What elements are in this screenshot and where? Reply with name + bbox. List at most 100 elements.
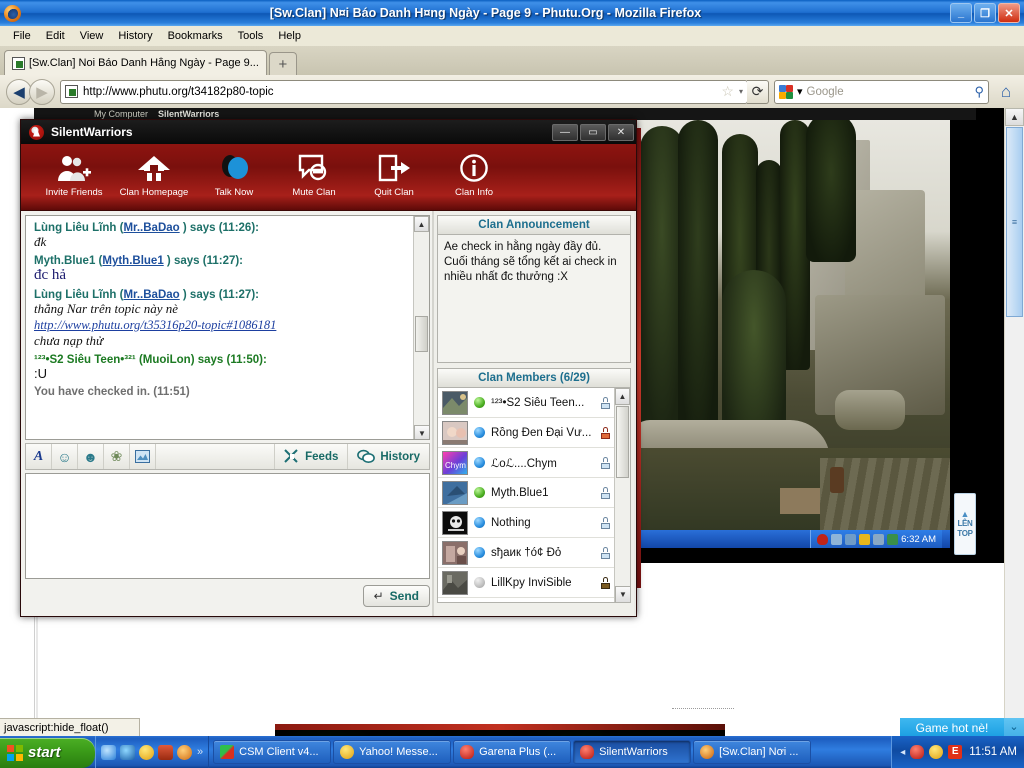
menu-item-help[interactable]: Help: [271, 28, 308, 44]
chat-transcript: Lùng Liêu Lĩnh (Mr..BaDao ) says (11:26)…: [25, 215, 430, 440]
firefox-icon[interactable]: [177, 744, 192, 760]
scroll-up-button[interactable]: ▲: [1005, 108, 1024, 126]
yahoo-tray-icon[interactable]: [929, 745, 944, 759]
chat-scroll-down-button[interactable]: ▼: [414, 425, 429, 439]
members-scroll-up-button[interactable]: ▲: [615, 388, 630, 405]
eset-tray-icon[interactable]: E: [948, 745, 963, 759]
toolbar-button-invite-friends[interactable]: Invite Friends: [43, 151, 105, 198]
taskbar-item-yahoo-messenger[interactable]: Yahoo! Messe...: [333, 740, 452, 764]
scrollbar-thumb[interactable]: ≡: [1006, 127, 1023, 317]
list-item[interactable]: Chym ℒoℒ....Chym: [438, 448, 615, 478]
list-item[interactable]: sђaик †ó¢ Đỏ: [438, 538, 615, 568]
taskbar-item-garena-plus[interactable]: Garena Plus (...: [453, 740, 572, 764]
members-scrollbar[interactable]: ▲ ▼: [614, 388, 630, 602]
toolbar-button-quit-clan[interactable]: Quit Clan: [363, 151, 425, 198]
embedded-my-computer-label: My Computer: [94, 109, 149, 119]
navigation-toolbar: ◀ ▶ http://www.phutu.org/t34182p80-topic…: [0, 75, 1024, 108]
image-button[interactable]: [130, 444, 156, 469]
quicklaunch-chevron-icon[interactable]: »: [197, 746, 203, 758]
member-name: LillKpy InviSible: [491, 576, 572, 589]
message-nick[interactable]: Mr..BaDao: [123, 289, 179, 301]
sw-minimize-button[interactable]: —: [552, 123, 578, 141]
internet-explorer-icon[interactable]: [101, 744, 116, 760]
members-scroll-down-button[interactable]: ▼: [615, 586, 630, 602]
emoticon-button[interactable]: ☺: [52, 444, 78, 469]
font-button[interactable]: A: [26, 444, 52, 469]
list-item[interactable]: ¹²³•S2 Siêu Teen...: [438, 388, 615, 418]
members-scrollbar-thumb[interactable]: [616, 406, 629, 478]
browser-tab[interactable]: [Sw.Clan] Noi Báo Danh Hằng Ngày - Page …: [4, 50, 267, 75]
media-player-icon[interactable]: [158, 744, 173, 760]
toolbar-button-clan-info[interactable]: Clan Info: [443, 151, 505, 198]
feeds-button[interactable]: Feeds: [274, 444, 347, 469]
taskbar-item-csm-client[interactable]: CSM Client v4...: [213, 740, 332, 764]
search-icon[interactable]: ⚲: [974, 84, 984, 100]
list-item[interactable]: LillKpy InviSible: [438, 568, 615, 598]
message-nick[interactable]: Myth.Blue1: [102, 255, 163, 267]
menu-item-tools[interactable]: Tools: [231, 28, 271, 44]
audibles-button[interactable]: ☻: [78, 444, 104, 469]
talk-now-icon: [217, 151, 251, 185]
history-button[interactable]: History: [347, 444, 429, 469]
menu-item-edit[interactable]: Edit: [39, 28, 72, 44]
status-dot-away: [474, 427, 485, 438]
send-label: Send: [389, 589, 419, 603]
toolbar-button-mute-clan[interactable]: Mute Clan: [283, 151, 345, 198]
list-item[interactable]: Myth.Blue1: [438, 478, 615, 508]
lock-icon: [600, 546, 611, 559]
garena-tray-icon[interactable]: [910, 745, 925, 759]
menu-item-bookmarks[interactable]: Bookmarks: [161, 28, 230, 44]
list-item[interactable]: Rồng Đen Đại Vư...: [438, 418, 615, 448]
mute-clan-icon: [297, 151, 331, 185]
chat-message: Myth.Blue1 (Myth.Blue1 ) says (11:27): đ…: [34, 255, 408, 284]
toolbar-button-clan-homepage[interactable]: Clan Homepage: [120, 151, 188, 198]
chat-scroll-up-button[interactable]: ▲: [414, 216, 429, 232]
restore-button[interactable]: ❐: [974, 3, 996, 23]
address-bar[interactable]: http://www.phutu.org/t34182p80-topic ☆ ▾: [60, 79, 748, 104]
message-link[interactable]: http://www.phutu.org/t35316p20-topic#108…: [34, 318, 276, 332]
info-icon: [457, 151, 491, 185]
minimize-button[interactable]: _: [950, 3, 972, 23]
browser-icon[interactable]: [120, 744, 135, 760]
clan-members-list[interactable]: ¹²³•S2 Siêu Teen... Rồng Đen Đại Vư... C…: [437, 388, 631, 603]
chevron-down-icon[interactable]: ▾: [739, 87, 743, 96]
message-input[interactable]: [25, 473, 430, 579]
list-item[interactable]: Nothing: [438, 508, 615, 538]
game-hot-button[interactable]: Game hot nè! ⌄: [900, 718, 1024, 737]
new-tab-button[interactable]: +: [268, 52, 297, 75]
send-button[interactable]: ↵ Send: [362, 585, 430, 607]
search-input[interactable]: Google: [807, 86, 971, 98]
reload-button[interactable]: ⟳: [747, 79, 769, 104]
sw-close-button[interactable]: ✕: [608, 123, 634, 141]
banner-top-edge: [275, 724, 725, 730]
scroll-to-top-widget[interactable]: ▲ LÊN TOP: [954, 493, 976, 555]
close-button[interactable]: ✕: [998, 3, 1020, 23]
taskbar-clock[interactable]: 11:51 AM: [969, 746, 1017, 758]
page-scrollbar[interactable]: ▲ ≡ ▼: [1004, 108, 1024, 736]
yahoo-messenger-icon[interactable]: [139, 744, 154, 760]
enter-key-icon: ↵: [373, 589, 384, 603]
sw-maximize-button[interactable]: ▭: [580, 123, 606, 141]
silentwarriors-toolbar: Invite Friends Clan Homepage Talk Now Mu…: [21, 144, 636, 211]
menu-item-view[interactable]: View: [73, 28, 111, 44]
chevron-down-icon[interactable]: ▾: [797, 85, 803, 98]
forward-button[interactable]: ▶: [29, 78, 55, 105]
search-box[interactable]: ▾ Google ⚲: [774, 79, 989, 104]
chat-scrollbar[interactable]: ▲ ▼: [413, 216, 429, 439]
toolbar-button-talk-now[interactable]: Talk Now: [203, 151, 265, 198]
tray-expand-icon[interactable]: ◂: [900, 747, 905, 758]
avatar: [442, 540, 468, 565]
menu-item-history[interactable]: History: [111, 28, 159, 44]
chat-scrollbar-thumb[interactable]: [415, 316, 428, 352]
taskbar-item-silentwarriors[interactable]: SilentWarriors: [573, 740, 692, 764]
bookmark-star-icon[interactable]: ☆: [721, 83, 734, 100]
menu-item-file[interactable]: File: [6, 28, 38, 44]
message-nick[interactable]: Mr..BaDao: [123, 222, 179, 234]
chevron-down-icon[interactable]: ⌄: [1004, 718, 1024, 737]
taskbar-item-firefox[interactable]: [Sw.Clan] Nơi ...: [693, 740, 812, 764]
chat-message: Lùng Liêu Lĩnh (Mr..BaDao ) says (11:27)…: [34, 289, 408, 349]
start-button[interactable]: start: [0, 737, 95, 768]
home-button[interactable]: ⌂: [994, 79, 1018, 105]
buzz-button[interactable]: ❀: [104, 444, 130, 469]
quick-launch-bar: »: [95, 736, 210, 768]
